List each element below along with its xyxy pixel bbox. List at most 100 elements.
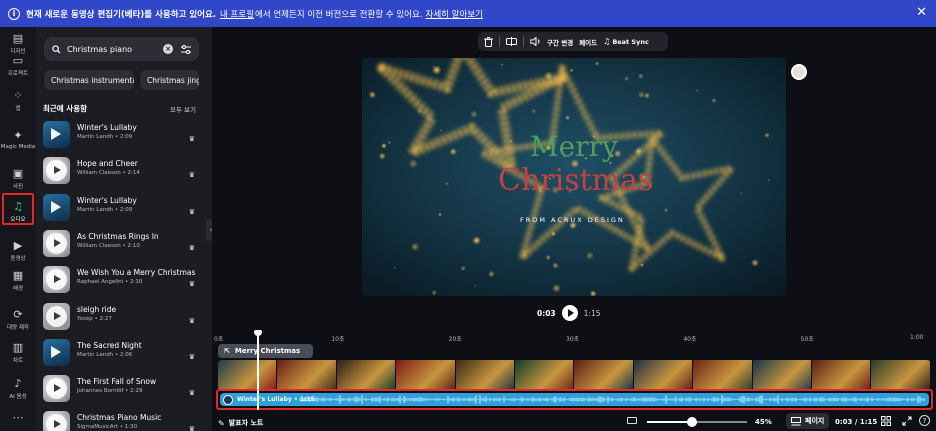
beat-sync-button[interactable]: ♫ Beat Sync [603,37,649,46]
bokeh-light [393,266,396,269]
track-thumbnail[interactable] [43,193,70,221]
profile-link[interactable]: 내 프로필 [220,8,254,20]
ruler-tick-label: 20초 [448,336,462,343]
rail-item-background[interactable]: ▦ 배경 [0,268,36,293]
track-item[interactable]: Christmas Piano Music SigmaMusicArt • 1:3… [43,411,195,431]
pages-button[interactable]: 페이지 [786,413,830,429]
premium-crown-icon: ♛ [188,207,195,216]
video-frame-thumbnail [693,360,753,391]
track-item[interactable]: sleigh ride Yosep • 2:27 ♛ [43,302,195,337]
presenter-notes-button[interactable]: ✎ 발표자 노트 [218,418,263,428]
video-frame-thumbnail [336,360,397,391]
play-preview-icon[interactable] [46,160,67,182]
play-preview-icon[interactable] [46,269,67,291]
fade-button[interactable]: 페이드 [579,37,597,47]
audio-waveform [299,395,925,404]
volume-icon[interactable] [530,37,541,46]
adjust-duration-button[interactable]: 구간 변경 [547,37,573,47]
see-all-link[interactable]: 모두 보기 [170,104,196,114]
track-thumbnail[interactable] [43,375,70,403]
design-canvas[interactable]: Merry Christmas FROM ACRUX DESIGN [362,58,786,296]
play-preview-icon[interactable] [46,414,67,431]
track-thumbnail[interactable] [43,411,70,431]
zoom-value[interactable]: 45% [755,418,772,426]
play-preview-icon[interactable] [46,232,67,254]
suggestion-chip-jingle[interactable]: Christmas jingle [140,70,199,90]
track-item[interactable]: Hope and Cheer William Claeson • 2:14 ♛ [43,157,195,191]
rail-item-projects[interactable]: ▭ 프로젝트 [0,53,36,78]
canvas-title-merry[interactable]: Merry [530,130,618,163]
video-frame-thumbnail [515,360,575,391]
track-thumbnail[interactable] [43,338,70,366]
clear-search-icon[interactable]: × [163,44,173,54]
play-preview-icon[interactable] [51,345,61,358]
track-item[interactable]: As Christmas Rings In William Claeson • 2… [43,229,195,264]
zoom-slider-handle[interactable] [687,417,697,427]
play-preview-icon[interactable] [51,128,61,140]
play-preview-icon[interactable] [46,378,67,400]
side-navigation-rail: ▤ 디자인 ▭ 프로젝트 ⁘ 앱 ✦ Magic Media ▣ 사진 ♫ 오디오 ▶ 동영상 ▦ 배경 ⟳ 대량… [0,27,36,431]
rail-item-charts[interactable]: ▥ 차트 [0,340,36,365]
rail-item-label: 프로젝트 [7,71,29,77]
zoom-slider[interactable] [647,417,747,427]
canvas-title-christmas[interactable]: Christmas [498,163,653,198]
ai-voice-icon: ♪ [14,376,22,390]
grid-view-icon[interactable] [881,416,891,426]
track-thumbnail[interactable] [43,121,70,148]
bokeh-light [663,208,669,213]
rail-item-video[interactable]: ▶ 동영상 [0,238,36,263]
track-item[interactable]: The Sacred Night Martin Landh • 2:06 ♛ [43,338,195,373]
help-icon[interactable]: ? [919,415,930,426]
rail-item-bulk-create[interactable]: ⟳ 대량 제작 [0,307,36,332]
rail-item-ai-voice[interactable]: ♪ AI 음성 [0,376,36,401]
video-track[interactable] [218,360,931,391]
track-thumbnail[interactable] [43,302,70,330]
track-thumbnail[interactable] [43,157,70,185]
total-time: 1:15 [583,308,601,318]
track-thumbnail[interactable] [43,229,70,257]
trash-icon[interactable] [484,36,493,47]
track-title: Winter's Lullaby [77,123,137,132]
timeline-ruler[interactable]: 0초 10초 20초 30초 40초 50초 1:00 [212,333,936,345]
track-item[interactable]: We Wish You a Merry Christmas Raphael Ang… [43,266,195,300]
track-item[interactable]: Winter's Lullaby Martin Landh • 2:09 ♛ [43,193,195,228]
bokeh-light [501,63,504,66]
audio-search-box[interactable]: Christmas piano × [44,37,199,61]
bokeh-light [488,270,495,278]
bokeh-light [368,91,377,99]
rail-item-photos[interactable]: ▣ 사진 [0,166,36,191]
editor-area: 구간 변경 페이드 ♫ Beat Sync Merry Christmas FR… [212,27,936,431]
rail-item-more[interactable]: ⋯ [0,410,36,424]
play-preview-icon[interactable] [46,305,67,327]
suggestion-chip-instrumental[interactable]: Christmas instrumental [44,70,134,90]
rail-item-design[interactable]: ▤ 디자인 [0,31,36,56]
bokeh-light [543,71,554,81]
canvas-subtitle[interactable]: FROM ACRUX DESIGN [520,216,625,224]
rail-item-label: 배경 [12,286,24,292]
track-item[interactable]: The First Fall of Snow Johannes Bornlöf •… [43,375,195,409]
audio-clip[interactable]: Winter's Lullaby • 1:15 [220,393,929,406]
rail-item-magic-media[interactable]: ✦ Magic Media [0,128,36,151]
bokeh-light [545,254,551,261]
track-artist: Martin Landh • 2:09 [77,134,133,140]
close-banner-button[interactable]: ✕ [916,6,927,19]
bokeh-light [408,158,418,169]
text-clip[interactable]: ⇱ Merry Christmas [218,344,313,358]
filter-icon[interactable] [181,44,191,54]
learn-more-link[interactable]: 자세히 알아보기 [426,8,483,20]
bokeh-light [767,179,770,182]
track-thumbnail[interactable] [43,266,70,294]
track-item[interactable]: Winter's Lullaby Martin Landh • 2:09 ♛ [43,121,195,155]
split-icon[interactable] [506,37,517,46]
fullscreen-icon[interactable] [902,416,912,426]
rail-item-apps[interactable]: ⁘ 앱 [0,88,36,113]
rail-item-audio[interactable]: ♫ 오디오 [2,193,34,225]
play-preview-icon[interactable] [51,200,61,213]
play-button[interactable] [561,305,578,321]
banner-middle-text: 에서 언제든지 이전 버전으로 전환할 수 있어요. [255,9,423,20]
rail-item-label: 사진 [12,184,24,190]
search-input[interactable]: Christmas piano [67,45,163,54]
collaborator-avatar[interactable] [791,64,807,80]
notes-icon: ✎ [218,418,225,428]
rail-item-label: Magic Media [0,144,36,150]
